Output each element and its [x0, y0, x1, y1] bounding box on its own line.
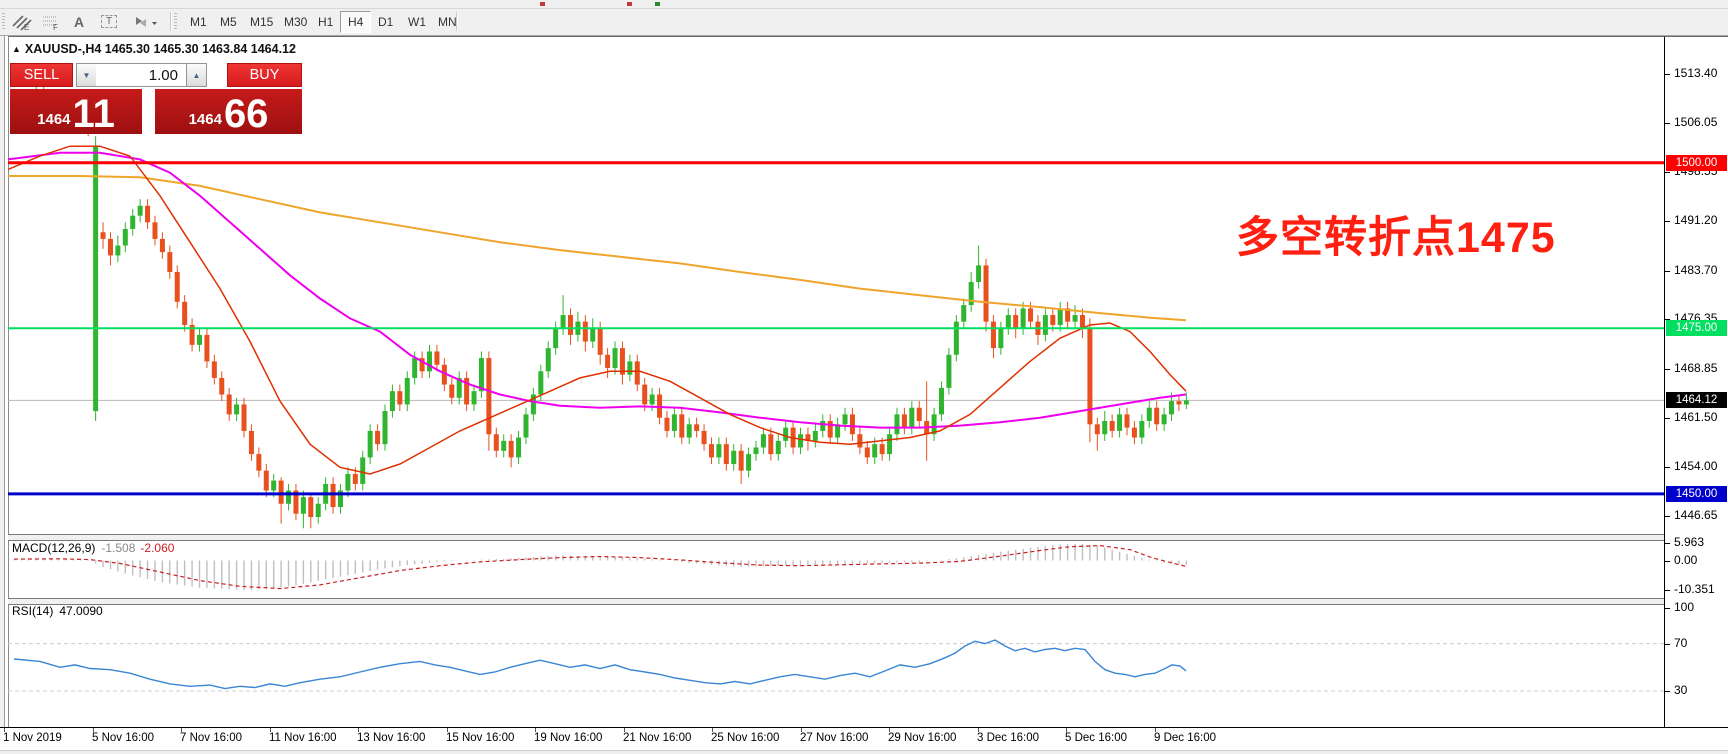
macd-tick-5.963: 5.963 [1674, 535, 1704, 549]
mt4-terminal-window: E F A T M1M5M15M30H1H4D1W1MN [0, 0, 1728, 754]
price-tick-1491.20-tick [1665, 221, 1670, 222]
rsi-tick-100: 100 [1674, 600, 1694, 614]
rsi-tick-70: 70 [1674, 636, 1687, 650]
price-tick-1454.00-tick [1665, 467, 1670, 468]
price-tick-1498.55-tick [1665, 172, 1670, 173]
price-tick-1506.05: 1506.05 [1674, 115, 1717, 129]
macd-signal-value: -2.060 [140, 541, 174, 555]
collapse-arrow-icon[interactable]: ▲ [12, 44, 21, 54]
macd-tick-5.963-tick [1665, 543, 1670, 544]
price-tick-1483.70-tick [1665, 271, 1670, 272]
rsi-tick-30-tick [1665, 691, 1670, 692]
ask-price-main: 1464 [189, 111, 222, 128]
price-tick-1491.20: 1491.20 [1674, 213, 1717, 227]
rsi-line [14, 640, 1186, 689]
macd-tick--10.351: -10.351 [1674, 582, 1715, 596]
chart-text-annotation[interactable]: 多空转折点1475 [1236, 203, 1556, 265]
volume-input[interactable] [96, 63, 186, 87]
rsi-tick-30: 30 [1674, 683, 1687, 697]
macd-tick-0.00-tick [1665, 561, 1670, 562]
price-tick-1483.70: 1483.70 [1674, 263, 1717, 277]
price-tick-1446.65-tick [1665, 516, 1670, 517]
price-axis: 1513.401506.051498.551491.201483.701476.… [1665, 37, 1728, 727]
one-click-trading-panel: SELL ▼ ▲ BUY 1464 11 1464 66 [10, 63, 302, 135]
price-tick-1446.65: 1446.65 [1674, 508, 1717, 522]
rsi-tick-100-tick [1665, 608, 1670, 609]
sell-button[interactable]: SELL [10, 63, 73, 87]
macd-indicator-label: MACD(12,26,9)-1.508-2.060 [12, 541, 174, 555]
price-tick-1506.05-tick [1665, 123, 1670, 124]
price-tick-1454.00: 1454.00 [1674, 459, 1717, 473]
price-tick-1461.50: 1461.50 [1674, 410, 1717, 424]
ask-price-box[interactable]: 1464 66 [155, 89, 302, 134]
price-label-1475.00: 1475.00 [1666, 320, 1727, 336]
price-label-1450.00: 1450.00 [1666, 486, 1727, 502]
price-tick-1513.40-tick [1665, 74, 1670, 75]
bid-price-pips: 11 [73, 94, 115, 134]
macd-value: -1.508 [101, 541, 135, 555]
rsi-tick-70-tick [1665, 644, 1670, 645]
macd-tick-0.00: 0.00 [1674, 553, 1697, 567]
bid-price-main: 1464 [37, 111, 70, 128]
ma-mid-line [8, 153, 1186, 428]
ask-price-pips: 66 [224, 94, 269, 134]
price-tick-1468.85: 1468.85 [1674, 361, 1717, 375]
price-tick-1461.50-tick [1665, 418, 1670, 419]
chart-ohlc-title: ▲XAUUSD-,H4 1465.30 1465.30 1463.84 1464… [12, 42, 296, 56]
rsi-value: 47.0090 [59, 604, 102, 618]
price-tick-1468.85-tick [1665, 369, 1670, 370]
volume-decrease-button[interactable]: ▼ [76, 63, 97, 87]
macd-tick--10.351-tick [1665, 590, 1670, 591]
bid-price-box[interactable]: 1464 11 [10, 89, 142, 134]
price-label-1464.12: 1464.12 [1666, 392, 1727, 408]
rsi-indicator-label: RSI(14)47.0090 [12, 604, 103, 618]
price-label-1500.00: 1500.00 [1666, 155, 1727, 171]
volume-increase-button[interactable]: ▲ [186, 63, 207, 87]
macd-signal-line [14, 546, 1186, 589]
buy-button[interactable]: BUY [227, 63, 302, 87]
price-tick-1513.40: 1513.40 [1674, 66, 1717, 80]
